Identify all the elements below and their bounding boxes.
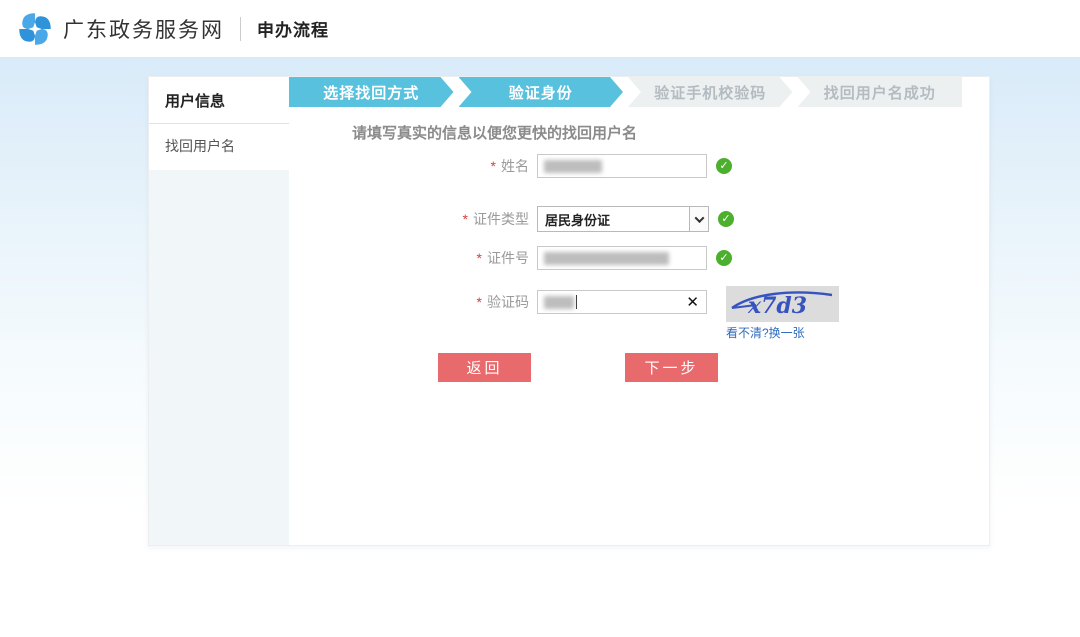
pinwheel-logo-icon[interactable] bbox=[17, 11, 53, 47]
id-type-valid-check-icon: ✓ bbox=[718, 211, 734, 227]
id-type-label: * 证件类型 bbox=[289, 209, 529, 229]
clear-input-icon[interactable]: ✕ bbox=[686, 295, 699, 310]
captcha-label-text: 验证码 bbox=[487, 294, 529, 310]
name-label-text: 姓名 bbox=[501, 158, 529, 174]
wizard-step-verify-identity: 验证身份 bbox=[459, 77, 624, 107]
back-button[interactable]: 返回 bbox=[438, 353, 531, 382]
form-row-name: * 姓名 ✓ bbox=[289, 154, 962, 178]
captcha-block: x7d3 看不清?换一张 bbox=[726, 286, 839, 342]
main-area: 选择找回方式 验证身份 验证手机校验码 找回用户名成功 请填写真实的信息以便您更… bbox=[289, 77, 989, 545]
required-marker: * bbox=[477, 250, 482, 266]
id-number-label-text: 证件号 bbox=[487, 250, 529, 266]
chevron-down-icon bbox=[694, 213, 704, 223]
top-header: 广东政务服务网 申办流程 bbox=[0, 0, 1080, 58]
name-label: * 姓名 bbox=[289, 156, 529, 176]
page-title: 申办流程 bbox=[257, 16, 329, 41]
form-row-id-number: * 证件号 ✓ bbox=[289, 246, 962, 270]
sidebar: 用户信息 找回用户名 bbox=[149, 77, 289, 545]
captcha-input[interactable]: ✕ bbox=[537, 290, 707, 314]
captcha-label: * 验证码 bbox=[289, 292, 529, 312]
name-value-redacted bbox=[544, 160, 602, 173]
content-panel: 用户信息 找回用户名 选择找回方式 验证身份 验证手机校验码 找回用户名成功 请… bbox=[148, 76, 990, 546]
id-number-value-redacted bbox=[544, 252, 669, 265]
page-background: 用户信息 找回用户名 选择找回方式 验证身份 验证手机校验码 找回用户名成功 请… bbox=[0, 58, 1080, 637]
button-row: 返回 下一步 bbox=[289, 353, 962, 382]
sidebar-section-title: 用户信息 bbox=[149, 77, 289, 124]
header-divider bbox=[240, 17, 241, 41]
id-number-input[interactable] bbox=[537, 246, 707, 270]
form-instruction: 请填写真实的信息以便您更快的找回用户名 bbox=[352, 122, 962, 143]
required-marker: * bbox=[463, 211, 468, 227]
wizard-step-success: 找回用户名成功 bbox=[798, 77, 963, 107]
form-row-id-type: * 证件类型 居民身份证 ✓ bbox=[289, 206, 962, 232]
sidebar-filler bbox=[149, 170, 289, 545]
select-dropdown-button[interactable] bbox=[689, 207, 708, 231]
name-input[interactable] bbox=[537, 154, 707, 178]
form-row-captcha: *验证码 ✕ x7d3 看不清?换一张 bbox=[289, 290, 962, 314]
required-marker: * bbox=[477, 294, 482, 310]
text-cursor bbox=[576, 295, 577, 309]
step-wizard: 选择找回方式 验证身份 验证手机校验码 找回用户名成功 bbox=[289, 77, 962, 107]
id-number-valid-check-icon: ✓ bbox=[716, 250, 732, 266]
name-valid-check-icon: ✓ bbox=[716, 158, 732, 174]
wizard-step-choose-method: 选择找回方式 bbox=[289, 77, 454, 107]
id-type-select[interactable]: 居民身份证 bbox=[537, 206, 709, 232]
captcha-value-redacted bbox=[544, 296, 574, 309]
site-name[interactable]: 广东政务服务网 bbox=[63, 14, 224, 44]
required-marker: * bbox=[491, 158, 496, 174]
next-button[interactable]: 下一步 bbox=[625, 353, 718, 382]
sidebar-item-find-username[interactable]: 找回用户名 bbox=[149, 124, 289, 170]
id-number-label: * 证件号 bbox=[289, 248, 529, 268]
id-type-label-text: 证件类型 bbox=[473, 211, 529, 227]
id-type-selected-value: 居民身份证 bbox=[538, 210, 689, 229]
captcha-refresh-link[interactable]: 看不清?换一张 bbox=[726, 324, 805, 341]
wizard-step-verify-sms: 验证手机校验码 bbox=[628, 77, 793, 107]
captcha-image[interactable]: x7d3 bbox=[726, 286, 839, 322]
